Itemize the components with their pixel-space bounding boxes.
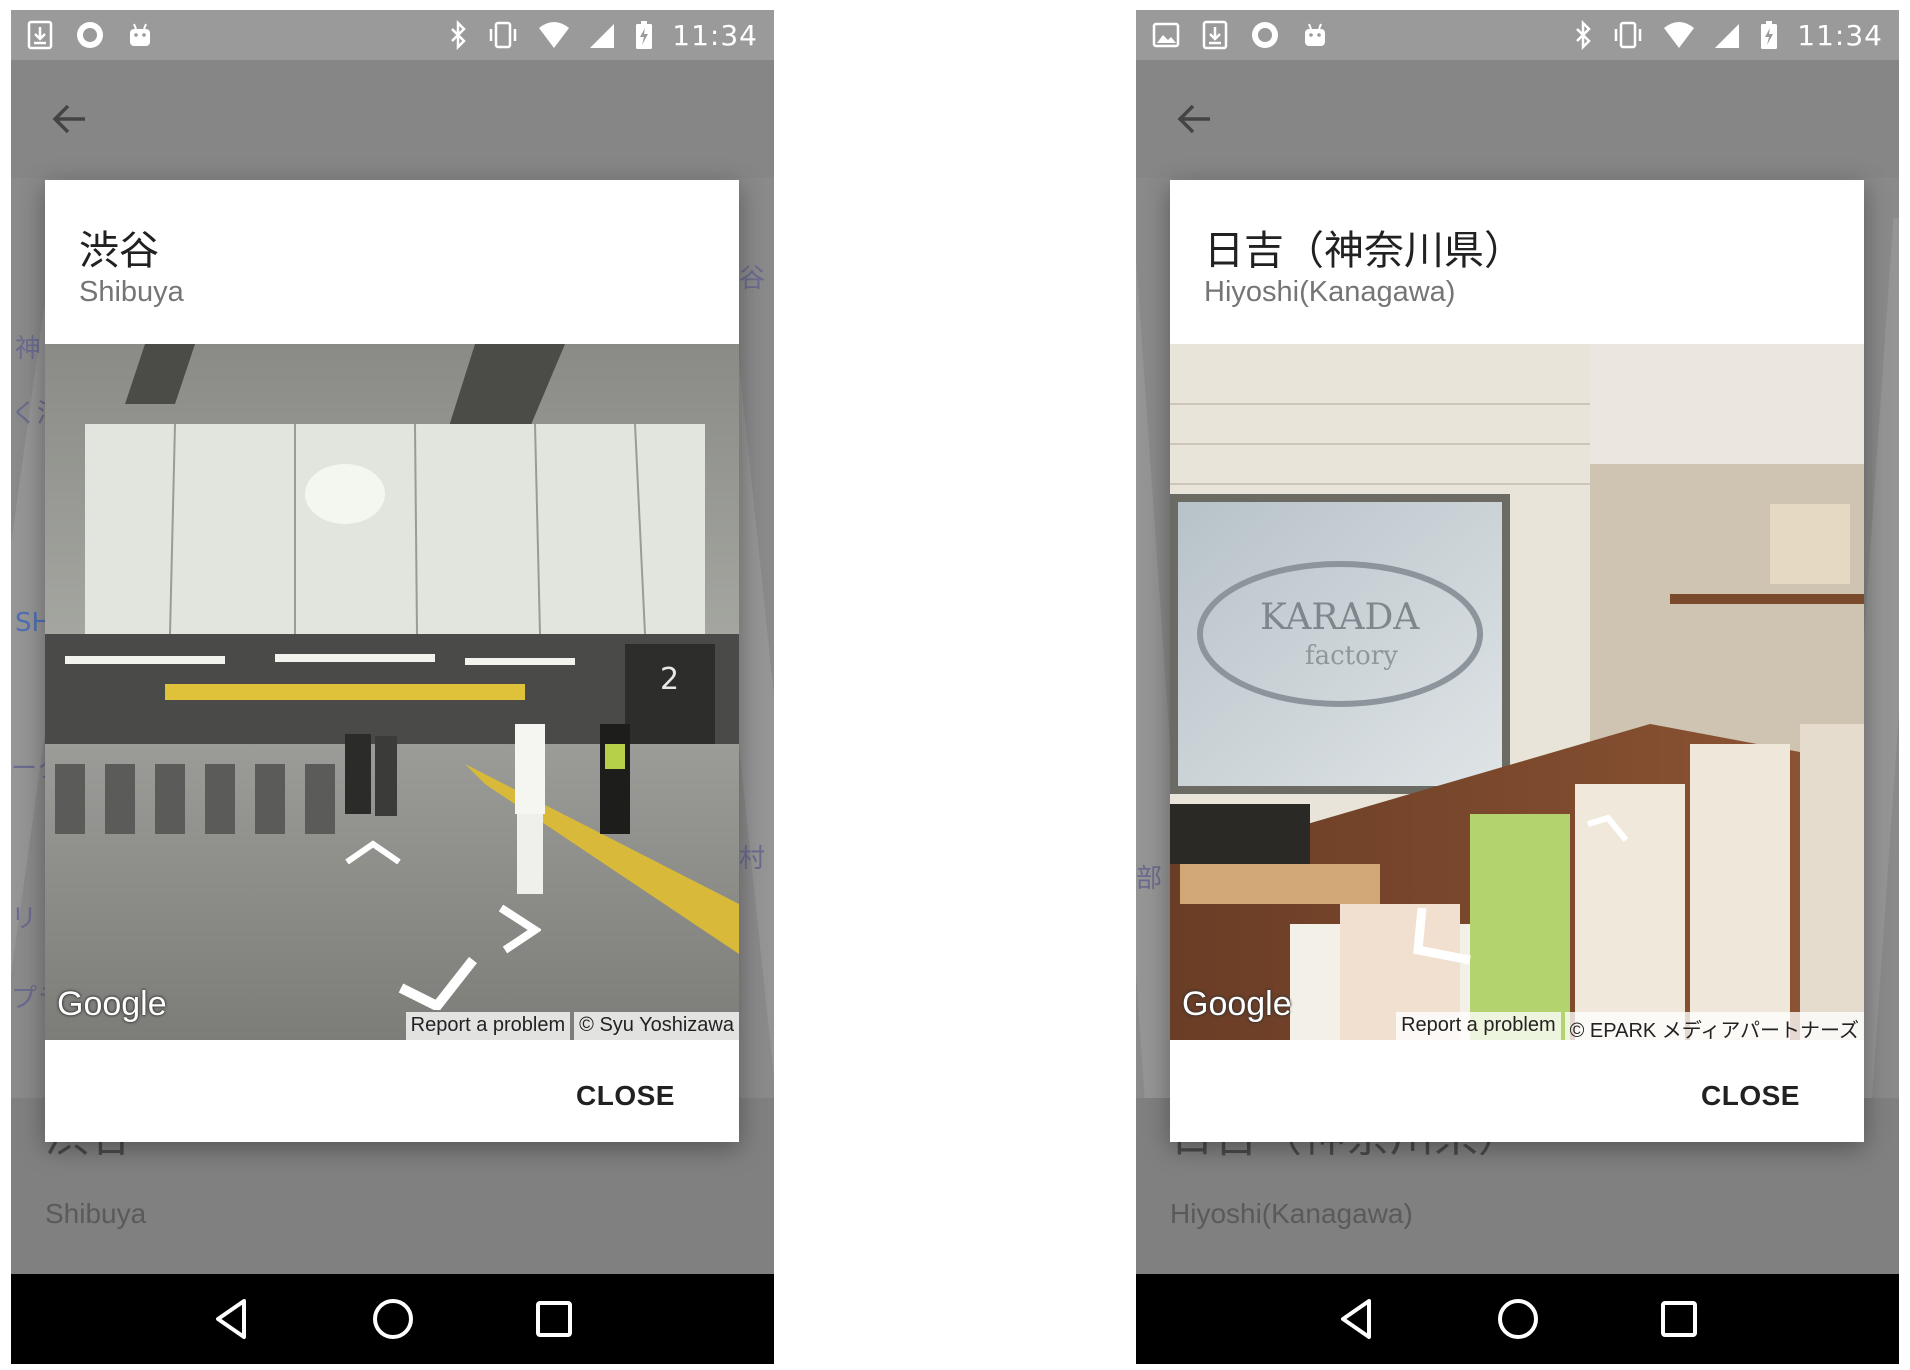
wifi-icon [1663,20,1695,50]
attribution-bar: Report a problem © Syu Yoshizawa [405,1012,739,1040]
back-button[interactable] [47,96,93,142]
pano-nav-arrow-right[interactable] [495,904,543,954]
system-nav-bar [11,1274,774,1364]
phone-screen-shibuya: 11:34 神 く浜 SH ーク リ プラ 谷 村 渋谷 Shibuya 渋 [11,10,774,1364]
shield-icon [1250,20,1280,50]
back-arrow-icon [1177,104,1210,134]
nav-back-button[interactable] [1333,1295,1381,1343]
vibrate-icon [1611,20,1645,50]
street-view-dialog: 日吉（神奈川県） Hiyoshi(Kanagawa) KARADA factor… [1170,180,1864,1142]
battery-icon [634,20,654,50]
nav-recents-button[interactable] [1655,1295,1703,1343]
shield-icon [75,20,105,50]
status-time: 11:34 [672,18,758,52]
dialog-subtitle: Shibuya [79,276,184,308]
nav-home-icon [1497,1299,1538,1339]
signal-icon [1713,20,1741,50]
station-panorama-image: 2 [45,344,739,1040]
vibrate-icon [486,20,520,50]
app-bar [1136,60,1899,178]
pano-nav-arrow-forward[interactable] [345,840,401,865]
download-icon [1202,20,1228,50]
battery-icon [1759,20,1779,50]
nav-recents-icon [1660,1301,1697,1337]
nav-back-icon [215,1299,246,1339]
bluetooth-icon [448,19,468,51]
status-time: 11:34 [1797,18,1883,52]
nav-back-icon [1340,1299,1371,1339]
sheet-subtitle: Hiyoshi(Kanagawa) [1170,1198,1413,1229]
clinic-panorama-image: KARADA factory [1170,344,1864,1040]
street-view-panorama[interactable]: KARADA factory Google Report a problem ©… [1170,344,1864,1040]
attribution-bar: Report a problem © EPARK メディアパートナーズ [1396,1012,1864,1040]
street-view-dialog: 渋谷 Shibuya 2 Google Report a problem © S… [45,180,739,1142]
nav-home-button[interactable] [369,1295,417,1343]
close-button[interactable]: CLOSE [576,1080,675,1112]
back-button[interactable] [1172,96,1218,142]
report-problem-link[interactable]: Report a problem [405,1012,571,1040]
android-icon [127,20,153,50]
sheet-subtitle: Shibuya [45,1198,147,1229]
google-logo: Google [57,985,167,1023]
signal-icon [588,20,616,50]
pano-nav-arrow-back[interactable] [397,954,477,1013]
nav-home-icon [372,1299,413,1339]
nav-back-button[interactable] [208,1295,256,1343]
phone-screen-hiyoshi: 11:34 部 日吉（神奈川県） Hiyoshi(Kanagawa) 日吉（神奈… [1136,10,1899,1364]
system-nav-bar [1136,1274,1899,1364]
photo-credit: © EPARK メディアパートナーズ [1564,1012,1864,1040]
svg-text:KARADA: KARADA [1260,597,1420,638]
nav-recents-icon [535,1301,572,1337]
dialog-title: 渋谷 [79,228,159,274]
pano-nav-arrow-forward[interactable] [1584,814,1630,844]
back-arrow-icon [52,104,85,134]
wifi-icon [538,20,570,50]
nav-recents-button[interactable] [530,1295,578,1343]
street-view-panorama[interactable]: 2 Google Report a problem © Syu Yoshizaw… [45,344,739,1040]
app-bar [11,60,774,178]
google-logo: Google [1182,985,1292,1023]
download-icon [27,20,53,50]
bluetooth-icon [1573,19,1593,51]
dialog-subtitle: Hiyoshi(Kanagawa) [1204,276,1456,308]
svg-text:factory: factory [1305,641,1398,671]
report-problem-link[interactable]: Report a problem [1396,1012,1561,1040]
photo-credit: © Syu Yoshizawa [574,1012,739,1040]
svg-text:2: 2 [660,662,679,697]
nav-home-button[interactable] [1494,1295,1542,1343]
status-bar: 11:34 [11,10,774,60]
status-bar: 11:34 [1136,10,1899,60]
close-button[interactable]: CLOSE [1701,1080,1800,1112]
pano-nav-arrow-back[interactable] [1410,904,1474,966]
image-icon [1152,20,1180,50]
android-icon [1302,20,1328,50]
dialog-title: 日吉（神奈川県） [1204,228,1524,274]
